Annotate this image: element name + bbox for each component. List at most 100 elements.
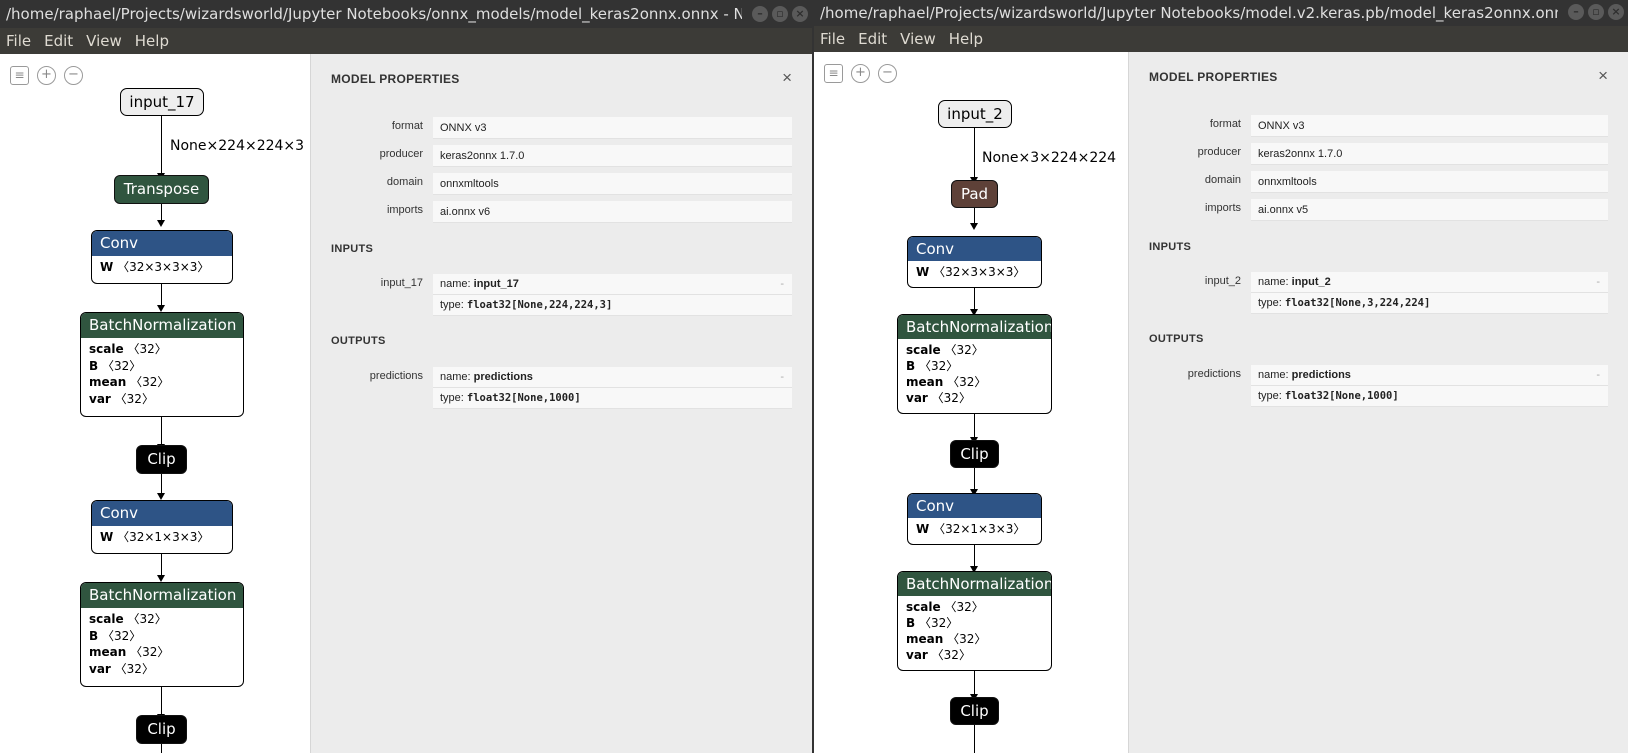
graph-canvas[interactable]: ≡ + − input_2 None×3×224×224 Pad Conv W …: [814, 52, 1128, 753]
input-details[interactable]: name: input_17- type: float32[None,224,2…: [433, 274, 792, 316]
sidebar-menu-icon[interactable]: ≡: [10, 66, 29, 85]
title-bar: /home/raphael/Projects/wizardsworld/Jupy…: [0, 0, 812, 28]
outputs-heading: OUTPUTS: [331, 335, 386, 347]
clip-node[interactable]: Clip: [136, 445, 187, 474]
conv-node[interactable]: Conv W 〈32×3×3×3〉: [91, 230, 233, 284]
menu-view[interactable]: View: [894, 26, 943, 52]
expand-toggle[interactable]: -: [1596, 272, 1600, 293]
graph-toolbar: ≡ + −: [824, 64, 897, 83]
property-imports: imports ai.onnx v5: [1149, 199, 1608, 221]
zoom-in-icon[interactable]: +: [851, 64, 870, 83]
property-producer: producer keras2onnx 1.7.0: [1149, 143, 1608, 165]
node-attributes: scale 〈32〉 B 〈32〉 mean 〈32〉 var 〈32〉: [898, 339, 1051, 408]
node-attribute: var 〈32〉: [906, 648, 971, 662]
graph-toolbar: ≡ + −: [10, 66, 83, 85]
transpose-node[interactable]: Transpose: [114, 175, 209, 204]
panel-title: MODEL PROPERTIES: [1149, 70, 1278, 84]
property-value: ai.onnx v5: [1251, 199, 1608, 221]
graph-edge: [974, 725, 975, 753]
node-attribute: B 〈32〉: [906, 359, 959, 373]
node-attribute: B 〈32〉: [906, 616, 959, 630]
menu-edit[interactable]: Edit: [852, 26, 894, 52]
graph-input-node[interactable]: input_17: [120, 88, 204, 116]
batchnormalization-node[interactable]: BatchNormalization scale 〈32〉 B 〈32〉 mea…: [897, 571, 1052, 671]
edge-arrow: [157, 575, 165, 582]
pad-node[interactable]: Pad: [951, 180, 998, 208]
property-value: keras2onnx 1.7.0: [433, 145, 792, 167]
maximize-icon[interactable]: ▫: [772, 6, 788, 22]
window-title: /home/raphael/Projects/wizardsworld/Jupy…: [6, 5, 742, 23]
batchnormalization-node[interactable]: BatchNormalization scale 〈32〉 B 〈32〉 mea…: [80, 312, 244, 417]
clip-node[interactable]: Clip: [136, 715, 187, 744]
property-label: imports: [1204, 202, 1241, 214]
window-controls: – ▫ ×: [1568, 4, 1624, 20]
node-attributes: W 〈32×3×3×3〉: [92, 256, 232, 278]
node-attribute: W 〈32×1×3×3〉: [100, 530, 210, 544]
node-attribute: scale 〈32〉: [906, 343, 984, 357]
menu-file[interactable]: File: [814, 26, 852, 52]
graph-canvas[interactable]: ≡ + − input_17 None×224×224×3 Transpose …: [0, 54, 310, 753]
node-attribute: var 〈32〉: [906, 391, 971, 405]
conv-node[interactable]: Conv W 〈32×1×3×3〉: [91, 500, 233, 554]
menu-help[interactable]: Help: [943, 26, 990, 52]
minimize-icon[interactable]: –: [1568, 4, 1584, 20]
minimize-icon[interactable]: –: [752, 6, 768, 22]
model-properties-panel: MODEL PROPERTIES × format ONNX v3 produc…: [310, 54, 812, 753]
node-attribute: var 〈32〉: [89, 391, 154, 406]
close-icon[interactable]: ×: [1598, 66, 1608, 86]
node-op-label: Clip: [147, 450, 176, 468]
node-op-label: Clip: [147, 720, 176, 738]
close-icon[interactable]: ×: [782, 68, 792, 88]
clip-node[interactable]: Clip: [950, 697, 999, 725]
zoom-out-icon[interactable]: −: [878, 64, 897, 83]
panel-title: MODEL PROPERTIES: [331, 72, 460, 86]
clip-node[interactable]: Clip: [950, 440, 999, 468]
node-op-label: BatchNormalization: [898, 572, 1051, 596]
output-name-line: name: predictions -: [1251, 365, 1608, 386]
zoom-out-icon[interactable]: −: [64, 66, 83, 85]
graph-input-node[interactable]: input_2: [938, 100, 1012, 128]
conv-node[interactable]: Conv W 〈32×3×3×3〉: [907, 236, 1042, 288]
input-details[interactable]: name: input_2- type: float32[None,3,224,…: [1251, 272, 1608, 314]
menu-view[interactable]: View: [80, 28, 129, 54]
menu-help[interactable]: Help: [129, 28, 176, 54]
inputs-heading: INPUTS: [331, 243, 374, 255]
output-row: predictions name: predictions - type: flo…: [1149, 365, 1608, 409]
node-attributes: W 〈32×1×3×3〉: [908, 518, 1041, 540]
output-details[interactable]: name: predictions - type: float32[None,10…: [433, 367, 792, 409]
node-attribute: scale 〈32〉: [89, 342, 167, 356]
menu-file[interactable]: File: [0, 28, 38, 54]
input-type-line: type: float32[None,3,224,224]: [1251, 293, 1608, 314]
input-node-label: input_17: [129, 93, 195, 111]
maximize-icon[interactable]: ▫: [1588, 4, 1604, 20]
window-controls: – ▫ ×: [752, 6, 808, 22]
property-format: format ONNX v3: [331, 117, 792, 139]
input-row: input_2 name: input_2- type: float32[Non…: [1149, 272, 1608, 316]
menu-bar: File Edit View Help: [0, 28, 812, 54]
node-op-label: Conv: [908, 494, 1041, 518]
output-details[interactable]: name: predictions - type: float32[None,10…: [1251, 365, 1608, 407]
batchnormalization-node[interactable]: BatchNormalization scale 〈32〉 B 〈32〉 mea…: [80, 582, 244, 687]
property-value: ai.onnx v6: [433, 201, 792, 223]
input-edge-label: None×224×224×3: [170, 138, 305, 154]
edge-arrow: [970, 223, 978, 230]
input-edge-label: None×3×224×224: [982, 150, 1117, 166]
window-close-icon[interactable]: ×: [792, 6, 808, 22]
conv-node[interactable]: Conv W 〈32×1×3×3〉: [907, 493, 1042, 545]
menu-edit[interactable]: Edit: [38, 28, 80, 54]
expand-toggle[interactable]: -: [1596, 365, 1600, 386]
graph-edge: [974, 128, 975, 180]
property-domain: domain onnxmltools: [1149, 171, 1608, 193]
node-attribute: mean 〈32〉: [906, 375, 987, 389]
netron-window-left: /home/raphael/Projects/wizardsworld/Jupy…: [0, 0, 812, 753]
window-close-icon[interactable]: ×: [1608, 4, 1624, 20]
expand-toggle[interactable]: -: [780, 274, 784, 295]
window-title: /home/raphael/Projects/wizardsworld/Jupy…: [820, 4, 1558, 22]
zoom-in-icon[interactable]: +: [37, 66, 56, 85]
model-properties-panel: MODEL PROPERTIES × format ONNX v3 produc…: [1128, 52, 1628, 753]
property-imports: imports ai.onnx v6: [331, 201, 792, 223]
batchnormalization-node[interactable]: BatchNormalization scale 〈32〉 B 〈32〉 mea…: [897, 314, 1052, 414]
expand-toggle[interactable]: -: [780, 367, 784, 388]
property-value: ONNX v3: [433, 117, 792, 139]
sidebar-menu-icon[interactable]: ≡: [824, 64, 843, 83]
